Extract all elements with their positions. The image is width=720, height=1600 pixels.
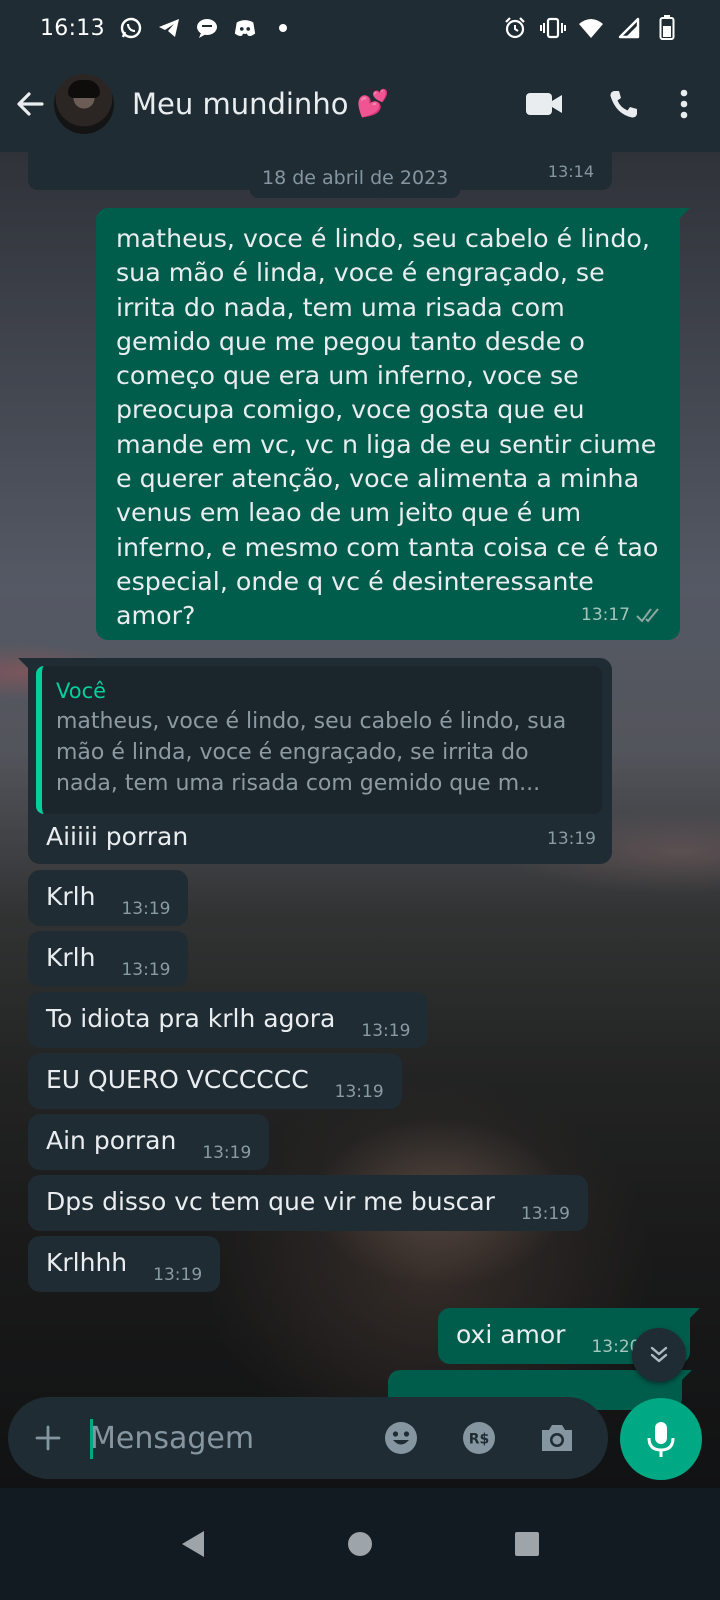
nav-recents-icon[interactable] <box>497 1514 557 1574</box>
vibrate-icon <box>540 15 566 41</box>
system-icons <box>502 15 680 41</box>
plus-icon[interactable] <box>8 1397 88 1479</box>
emoji-icon[interactable] <box>362 1397 440 1479</box>
incoming-message[interactable]: Ain porran 13:19 <box>28 1114 270 1170</box>
dot-icon <box>271 16 295 40</box>
message-time: 13:14 <box>547 162 594 181</box>
double-chevron-down-icon <box>650 1346 668 1363</box>
back-arrow-icon[interactable] <box>2 56 58 152</box>
signal-icon <box>616 15 642 41</box>
discord-icon <box>233 16 257 40</box>
header-actions <box>504 74 704 134</box>
message-time: 13:19 <box>520 1204 570 1224</box>
chat-bubble-icon <box>195 16 219 40</box>
nav-back-icon[interactable] <box>163 1514 223 1574</box>
two-hearts-emoji: 💕 <box>356 89 389 119</box>
alarm-icon <box>502 15 528 41</box>
whatsapp-icon <box>119 16 143 40</box>
chat-header: Meu mundinho 💕 <box>0 56 720 152</box>
message-text: Ain porran <box>46 1126 177 1155</box>
incoming-reply-message[interactable]: Você matheus, voce é lindo, seu cabelo é… <box>18 658 612 864</box>
bubble-tail <box>676 208 690 222</box>
message-input[interactable]: Mensagem <box>88 1397 362 1479</box>
message-text: Krlhhh <box>46 1248 128 1277</box>
double-check-icon <box>636 608 659 623</box>
message-time: 13:19 <box>334 1082 384 1102</box>
chat-title[interactable]: Meu mundinho 💕 <box>132 87 389 121</box>
outgoing-message[interactable]: matheus, voce é lindo, seu cabelo é lind… <box>96 208 690 640</box>
quote-author: Você <box>56 679 107 703</box>
quote-text: matheus, voce é lindo, seu cabelo é lind… <box>56 709 567 796</box>
payment-label: R$ <box>469 1432 490 1448</box>
message-text: Aiiiii porran <box>46 822 189 851</box>
message-time: 13:17 <box>581 604 630 625</box>
scroll-to-bottom-button[interactable] <box>632 1328 686 1382</box>
incoming-message[interactable]: Krlh 13:19 <box>28 931 189 987</box>
system-navigation-bar <box>0 1488 720 1600</box>
message-text: Krlh <box>46 882 96 911</box>
video-call-icon[interactable] <box>504 74 584 134</box>
message-composer: Mensagem R$ <box>8 1397 608 1479</box>
message-time: 13:19 <box>121 899 171 919</box>
message-placeholder: Mensagem <box>90 1420 255 1456</box>
date-separator: 18 de abril de 2023 <box>250 158 461 198</box>
camera-icon[interactable] <box>518 1397 596 1479</box>
more-options-icon[interactable] <box>664 74 704 134</box>
message-text: To idiota pra krlh agora <box>46 1004 336 1033</box>
bubble-tail <box>678 1370 692 1384</box>
message-text: Dps disso vc tem que vir me buscar <box>46 1187 495 1216</box>
message-text: EU QUERO VCCCCCC <box>46 1065 309 1094</box>
status-bar: 16:13 <box>0 0 720 56</box>
payment-icon[interactable]: R$ <box>440 1397 518 1479</box>
incoming-message[interactable]: EU QUERO VCCCCCC 13:19 <box>28 1053 402 1109</box>
message-text: matheus, voce é lindo, seu cabelo é lind… <box>116 224 659 631</box>
voice-message-button[interactable] <box>620 1398 702 1480</box>
message-time: 13:19 <box>153 1265 203 1285</box>
message-meta: 13:17 <box>581 598 664 632</box>
incoming-message[interactable]: Dps disso vc tem que vir me buscar 13:19 <box>28 1175 588 1231</box>
incoming-message[interactable]: Krlh 13:19 <box>28 870 189 926</box>
battery-icon <box>654 15 680 41</box>
composer-icons: R$ <box>362 1397 596 1479</box>
microphone-icon <box>647 1422 675 1457</box>
message-text: oxi amor <box>456 1320 566 1349</box>
bubble-tail <box>18 658 32 672</box>
wifi-icon <box>578 15 604 41</box>
message-time: 13:19 <box>547 828 596 849</box>
message-text: Krlh <box>46 943 96 972</box>
notification-icons <box>119 16 295 40</box>
voice-call-icon[interactable] <box>584 74 664 134</box>
nav-home-icon[interactable] <box>330 1514 390 1574</box>
quoted-message[interactable]: Você matheus, voce é lindo, seu cabelo é… <box>36 666 602 814</box>
bubble-tail <box>686 1308 700 1322</box>
status-time: 16:13 <box>40 15 105 41</box>
text-cursor <box>90 1419 93 1459</box>
incoming-message[interactable]: Krlhhh 13:19 <box>28 1236 221 1292</box>
contact-avatar[interactable] <box>54 74 114 134</box>
message-time: 13:19 <box>361 1021 411 1041</box>
message-time: 13:19 <box>202 1143 252 1163</box>
telegram-icon <box>157 16 181 40</box>
message-time: 13:19 <box>121 960 171 980</box>
chat-title-text: Meu mundinho <box>132 87 349 121</box>
incoming-message[interactable]: To idiota pra krlh agora 13:19 <box>28 992 429 1048</box>
